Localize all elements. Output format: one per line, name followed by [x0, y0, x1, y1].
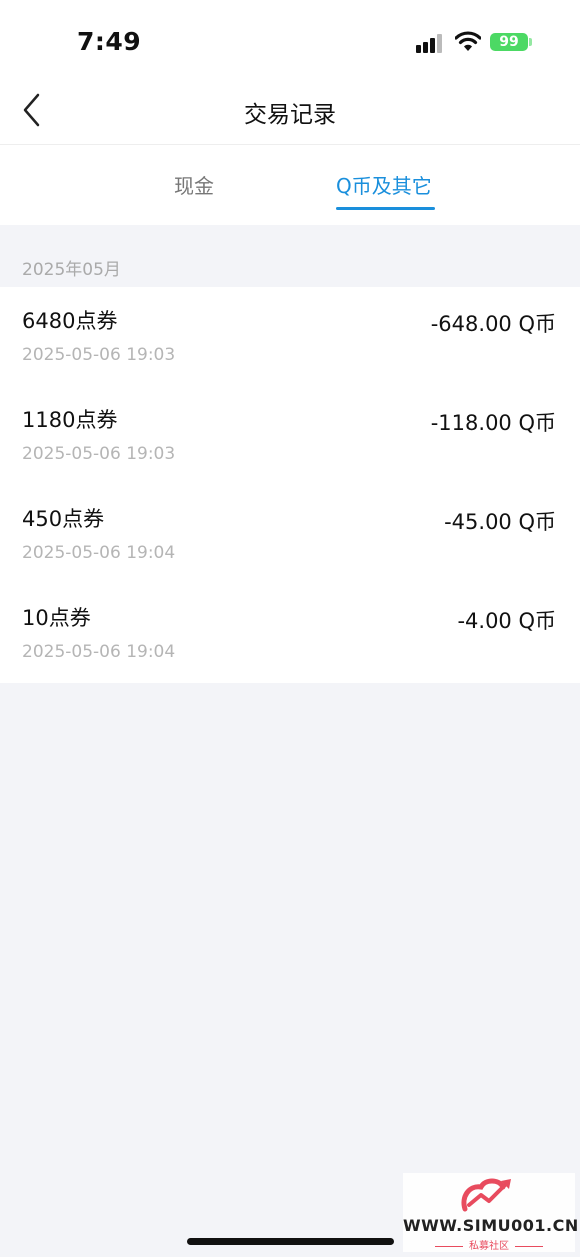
transaction-time: 2025-05-06 19:04 [22, 543, 176, 563]
home-indicator [187, 1238, 394, 1245]
battery-icon: 99 [490, 33, 528, 51]
month-header: 2025年05月 [22, 260, 121, 280]
page-title: 交易记录 [244, 102, 336, 128]
transaction-row[interactable]: 1180点券 2025-05-06 19:03 -118.00 Q币 [0, 386, 580, 485]
watermark: WWW.SIMU001.CN 私募社区 [403, 1173, 579, 1252]
transaction-row[interactable]: 10点券 2025-05-06 19:04 -4.00 Q币 [0, 584, 580, 683]
tab-bar: 现金 Q币及其它 [0, 145, 580, 225]
status-time: 7:49 [77, 27, 142, 56]
status-bar: 7:49 99 [0, 0, 580, 80]
transaction-amount: -4.00 Q币 [457, 609, 556, 633]
transaction-title: 450点券 [22, 507, 105, 531]
transaction-list: 6480点券 2025-05-06 19:03 -648.00 Q币 1180点… [0, 287, 580, 683]
transaction-time: 2025-05-06 19:03 [22, 345, 176, 365]
watermark-url: WWW.SIMU001.CN [403, 1216, 579, 1235]
battery-tip [529, 38, 532, 46]
watermark-logo-icon [461, 1178, 511, 1212]
watermark-name: 私募社区 [403, 1237, 575, 1252]
transaction-row[interactable]: 6480点券 2025-05-06 19:03 -648.00 Q币 [0, 287, 580, 386]
transaction-time: 2025-05-06 19:03 [22, 444, 176, 464]
transaction-title: 10点券 [22, 606, 91, 630]
transaction-amount: -45.00 Q币 [444, 510, 556, 534]
transaction-title: 6480点券 [22, 309, 118, 333]
transaction-amount: -118.00 Q币 [430, 411, 556, 435]
active-tab-indicator [336, 207, 435, 210]
cellular-signal-icon [416, 33, 444, 53]
transaction-amount: -648.00 Q币 [430, 312, 556, 336]
tab-qcoin-and-others[interactable]: Q币及其它 [336, 170, 432, 199]
transaction-time: 2025-05-06 19:04 [22, 642, 176, 662]
transaction-row[interactable]: 450点券 2025-05-06 19:04 -45.00 Q币 [0, 485, 580, 584]
transaction-title: 1180点券 [22, 408, 118, 432]
wifi-icon [455, 31, 481, 51]
nav-bar: 交易记录 [0, 80, 580, 145]
tab-cash[interactable]: 现金 [174, 170, 214, 199]
